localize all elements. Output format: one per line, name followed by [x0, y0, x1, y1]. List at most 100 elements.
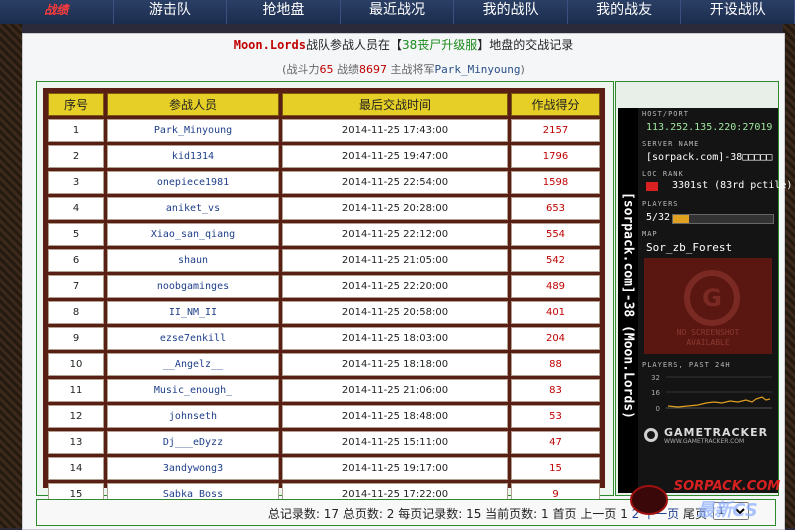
- sorpack-watermark: SORPACK.COM 最新CS: [630, 479, 781, 521]
- row-player[interactable]: kid1314: [107, 145, 279, 168]
- row-player[interactable]: Dj___eDyzz: [107, 431, 279, 454]
- row-index: 11: [48, 379, 104, 402]
- row-score: 401: [511, 301, 600, 324]
- gametracker-logo-icon: [644, 428, 658, 442]
- title-text-2: 】地盘的交战记录: [477, 38, 574, 52]
- row-index: 4: [48, 197, 104, 220]
- row-time: 2014-11-25 22:54:00: [282, 171, 508, 194]
- row-player[interactable]: Music_enough_: [107, 379, 279, 402]
- row-player[interactable]: aniket_vs: [107, 197, 279, 220]
- title-text-1: 战队参战人员在【: [305, 38, 402, 52]
- row-index: 7: [48, 275, 104, 298]
- prev-page-link[interactable]: 上一页: [580, 507, 616, 521]
- gametracker-box: [sorpack.com]-38 (Moon.Lords) HOST/PORT …: [615, 81, 792, 496]
- row-player[interactable]: johnseth: [107, 405, 279, 428]
- row-time: 2014-11-25 17:43:00: [282, 119, 508, 142]
- stats-label-general: 主战将军: [386, 63, 435, 76]
- row-player[interactable]: ezse7enkill: [107, 327, 279, 350]
- nav-item-create-team[interactable]: 开设战队: [681, 0, 795, 24]
- row-player[interactable]: 3andywong3: [107, 457, 279, 480]
- rank-value: 3301st (83rd pctile): [672, 180, 793, 191]
- row-time: 2014-11-25 22:20:00: [282, 275, 508, 298]
- col-header-time: 最后交战时间: [282, 93, 508, 116]
- row-time: 2014-11-25 21:05:00: [282, 249, 508, 272]
- row-player[interactable]: Park_Minyoung: [107, 119, 279, 142]
- nav-item-territory[interactable]: 抢地盘: [227, 0, 341, 24]
- table-header-row: 序号 参战人员 最后交战时间 作战得分: [48, 93, 600, 116]
- flag-icon: [646, 182, 658, 191]
- nav-item-recent[interactable]: 最近战况: [341, 0, 455, 24]
- server-name[interactable]: 38丧尸升级服: [402, 38, 477, 52]
- nav-item-my-team[interactable]: 我的战队: [454, 0, 568, 24]
- first-page-link[interactable]: 首页: [553, 507, 577, 521]
- row-score: 53: [511, 405, 600, 428]
- current-page-value: 1: [541, 507, 549, 521]
- team-stats: (战斗力65 战绩8697 主战将军Park_Minyoung): [23, 61, 784, 77]
- row-time: 2014-11-25 19:47:00: [282, 145, 508, 168]
- row-time: 2014-11-25 18:18:00: [282, 353, 508, 376]
- table-row: 13 Dj___eDyzz 2014-11-25 15:11:00 47: [48, 431, 600, 454]
- row-score: 47: [511, 431, 600, 454]
- row-index: 2: [48, 145, 104, 168]
- y-tick-32: 32: [651, 374, 660, 382]
- banner-info: HOST/PORT 113.252.135.220:27019 SERVER N…: [640, 108, 792, 513]
- row-time: 2014-11-25 22:12:00: [282, 223, 508, 246]
- stats-close: ): [520, 63, 525, 76]
- team-name[interactable]: Moon.Lords: [234, 38, 306, 52]
- row-player[interactable]: __Angelz__: [107, 353, 279, 376]
- watermark-line-1: SORPACK.COM: [674, 479, 781, 494]
- row-index: 13: [48, 431, 104, 454]
- players-bar: [672, 214, 774, 224]
- row-score: 1598: [511, 171, 600, 194]
- records-table: 序号 参战人员 最后交战时间 作战得分 1 Park_Minyoung 2014-1…: [45, 90, 603, 509]
- host-value: 113.252.135.220:27019: [646, 122, 773, 133]
- row-score: 1796: [511, 145, 600, 168]
- pages-label: 总页数:: [342, 507, 383, 521]
- table-row: 14 3andywong3 2014-11-25 19:17:00 15: [48, 457, 600, 480]
- row-time: 2014-11-25 15:11:00: [282, 431, 508, 454]
- map-value: Sor_zb_Forest: [646, 241, 733, 254]
- table-body: 1 Park_Minyoung 2014-11-25 17:43:00 2157 2 ki…: [48, 119, 600, 506]
- col-header-index: 序号: [48, 93, 104, 116]
- row-player[interactable]: Xiao_san_qiang: [107, 223, 279, 246]
- row-score: 88: [511, 353, 600, 376]
- row-index: 10: [48, 353, 104, 376]
- watermark-line-2: 最新CS: [696, 500, 758, 521]
- pages-value: 2: [386, 507, 395, 521]
- stats-power: 65: [319, 63, 334, 76]
- no-screenshot-line-2: AVAILABLE: [686, 338, 730, 347]
- per-page-label: 每页记录数:: [398, 507, 463, 521]
- nav-item-my-friends[interactable]: 我的战友: [568, 0, 682, 24]
- table-row: 5 Xiao_san_qiang 2014-11-25 22:12:00 554: [48, 223, 600, 246]
- row-score: 554: [511, 223, 600, 246]
- gametracker-logo-sub: WWW.GAMETRACKER.COM: [664, 438, 745, 445]
- gametracker-logo: GAMETRACKER WWW.GAMETRACKER.COM: [644, 426, 772, 448]
- no-screenshot-line-1: NO SCREENSHOT: [676, 328, 740, 337]
- total-label: 总记录数:: [267, 507, 320, 521]
- left-border: [0, 24, 22, 528]
- row-player[interactable]: onepiece1981: [107, 171, 279, 194]
- table-row: 6 shaun 2014-11-25 21:05:00 542: [48, 249, 600, 272]
- row-player[interactable]: II_NM_II: [107, 301, 279, 324]
- gametracker-banner[interactable]: [sorpack.com]-38 (Moon.Lords) HOST/PORT …: [618, 108, 792, 493]
- col-header-score: 作战得分: [511, 93, 600, 116]
- records-box: 序号 参战人员 最后交战时间 作战得分 1 Park_Minyoung 2014-1…: [36, 81, 614, 506]
- current-page-label: 当前页数:: [485, 507, 538, 521]
- table-row: 7 noobgaminges 2014-11-25 22:20:00 489: [48, 275, 600, 298]
- y-tick-0: 0: [656, 405, 660, 413]
- y-tick-16: 16: [651, 389, 660, 397]
- row-score: 83: [511, 379, 600, 402]
- row-index: 5: [48, 223, 104, 246]
- players-history-chart: 32 16 0: [644, 372, 772, 418]
- nav-item-guerrilla[interactable]: 游击队: [114, 0, 228, 24]
- row-player[interactable]: noobgaminges: [107, 275, 279, 298]
- row-player[interactable]: shaun: [107, 249, 279, 272]
- banner-vertical-text: [sorpack.com]-38 (Moon.Lords): [620, 192, 636, 419]
- records-table-wrap: 序号 参战人员 最后交战时间 作战得分 1 Park_Minyoung 2014-1…: [43, 88, 605, 506]
- nav-item-record[interactable]: 战绩: [0, 0, 114, 24]
- players-bar-fill: [673, 215, 689, 223]
- row-score: 542: [511, 249, 600, 272]
- top-nav: 战绩 游击队 抢地盘 最近战况 我的战队 我的战友 开设战队: [0, 0, 795, 24]
- server-label: SERVER NAME: [642, 140, 700, 148]
- stats-general[interactable]: Park_Minyoung: [434, 63, 520, 76]
